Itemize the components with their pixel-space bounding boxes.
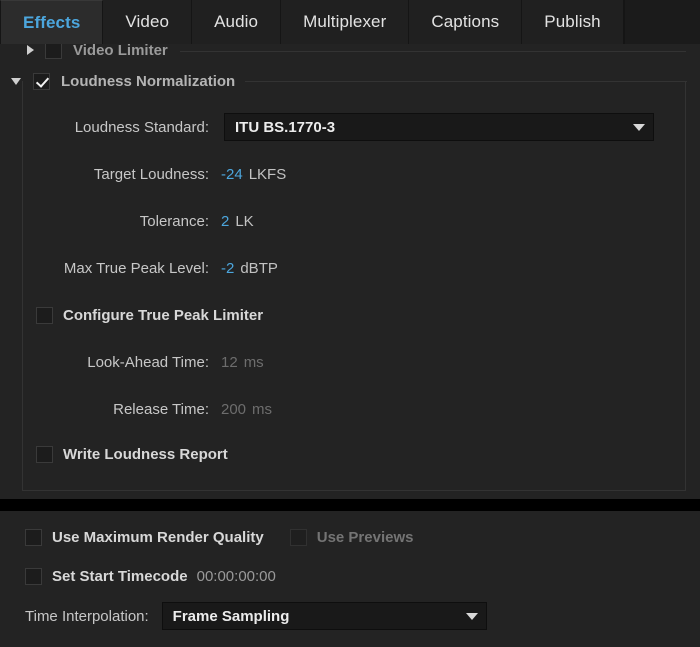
row-render-options: Use Maximum Render Quality Use Previews: [25, 524, 413, 550]
chevron-down-icon: [633, 123, 645, 131]
chevron-right-icon[interactable]: [27, 45, 34, 55]
loudness-standard-dropdown[interactable]: ITU BS.1770-3: [224, 113, 654, 141]
look-ahead-time-label: Look-Ahead Time:: [87, 353, 209, 371]
loudness-standard-value: ITU BS.1770-3: [235, 118, 336, 136]
export-settings-panel: Effects Video Audio Multiplexer Captions…: [0, 0, 700, 647]
tab-captions[interactable]: Captions: [409, 0, 523, 44]
max-true-peak-level-label: Max True Peak Level:: [63, 259, 209, 277]
tab-video[interactable]: Video: [103, 0, 193, 44]
time-interpolation-label: Time Interpolation:: [25, 607, 149, 625]
release-time-value: 200: [221, 400, 247, 418]
tab-publish[interactable]: Publish: [522, 0, 624, 44]
tab-audio-label: Audio: [214, 12, 259, 31]
export-options-panel: Use Maximum Render Quality Use Previews …: [0, 511, 700, 647]
use-maximum-render-quality-label: Use Maximum Render Quality: [52, 528, 264, 546]
loudness-normalization-label: Loudness Normalization: [61, 72, 246, 90]
video-limiter-label: Video Limiter: [73, 44, 168, 59]
configure-true-peak-limiter-label: Configure True Peak Limiter: [63, 306, 264, 324]
video-limiter-checkbox[interactable]: [45, 44, 62, 59]
configure-true-peak-limiter-checkbox[interactable]: [36, 306, 53, 324]
target-loudness-unit: LKFS: [248, 165, 287, 183]
row-time-interpolation: Time Interpolation: Frame Sampling: [25, 602, 487, 630]
tab-effects[interactable]: Effects: [0, 0, 104, 44]
tab-bar: Effects Video Audio Multiplexer Captions…: [0, 0, 700, 44]
row-write-loudness-report: Write Loudness Report: [23, 441, 687, 467]
row-release-time: Release Time: 200 ms: [23, 396, 687, 422]
release-time-label: Release Time:: [113, 400, 209, 418]
target-loudness-label: Target Loudness:: [93, 165, 209, 183]
tab-bar-filler: [623, 0, 700, 44]
max-true-peak-level-unit: dBTP: [240, 259, 278, 277]
release-time-unit: ms: [252, 400, 273, 418]
row-configure-true-peak-limiter: Configure True Peak Limiter: [23, 302, 687, 328]
look-ahead-time-unit: ms: [243, 353, 264, 371]
row-look-ahead-time: Look-Ahead Time: 12 ms: [23, 349, 687, 375]
group-loudness-normalization: Loudness Normalization Loudness Standard…: [11, 72, 687, 491]
max-true-peak-level-value[interactable]: -2: [221, 260, 234, 277]
effects-scroll-area[interactable]: Video Limiter Loudness Normalization Lou…: [0, 44, 700, 499]
tab-video-label: Video: [125, 12, 170, 31]
group-rule: [179, 50, 686, 52]
tab-audio[interactable]: Audio: [192, 0, 282, 44]
panel-separator: [0, 499, 700, 511]
tolerance-label: Tolerance:: [139, 212, 209, 230]
use-previews-checkbox: [289, 528, 307, 546]
row-tolerance: Tolerance: 2 LK: [23, 208, 687, 234]
loudness-standard-label: Loudness Standard:: [74, 118, 209, 136]
write-loudness-report-label: Write Loudness Report: [63, 445, 228, 463]
row-max-true-peak-level: Max True Peak Level: -2 dBTP: [23, 255, 687, 281]
chevron-down-icon[interactable]: [11, 77, 21, 85]
chevron-down-icon: [465, 612, 478, 620]
look-ahead-time-value: 12: [221, 353, 238, 371]
tab-effects-label: Effects: [23, 12, 81, 32]
group-rule: [245, 80, 687, 82]
row-target-loudness: Target Loudness: -24 LKFS: [23, 161, 687, 187]
loudness-normalization-checkbox[interactable]: [33, 72, 50, 90]
use-previews-label: Use Previews: [316, 528, 414, 546]
row-loudness-standard: Loudness Standard: ITU BS.1770-3: [23, 113, 687, 141]
tolerance-value[interactable]: 2: [221, 213, 229, 230]
tolerance-unit: LK: [235, 212, 254, 230]
tab-multiplexer-label: Multiplexer: [303, 12, 387, 31]
group-video-limiter-header[interactable]: Video Limiter: [0, 44, 700, 63]
use-maximum-render-quality-checkbox[interactable]: [25, 528, 42, 546]
time-interpolation-dropdown[interactable]: Frame Sampling: [161, 602, 487, 630]
tab-multiplexer[interactable]: Multiplexer: [281, 0, 410, 44]
row-set-start-timecode: Set Start Timecode 00:00:00:00: [25, 563, 276, 589]
tab-publish-label: Publish: [544, 12, 601, 31]
group-loudness-normalization-header[interactable]: Loudness Normalization: [1, 70, 687, 92]
time-interpolation-value: Frame Sampling: [172, 607, 290, 625]
set-start-timecode-checkbox[interactable]: [25, 567, 42, 585]
set-start-timecode-label: Set Start Timecode: [52, 567, 188, 585]
start-timecode-value[interactable]: 00:00:00:00: [197, 568, 276, 585]
tab-captions-label: Captions: [431, 12, 500, 31]
target-loudness-value[interactable]: -24: [221, 166, 243, 183]
write-loudness-report-checkbox[interactable]: [36, 445, 53, 463]
